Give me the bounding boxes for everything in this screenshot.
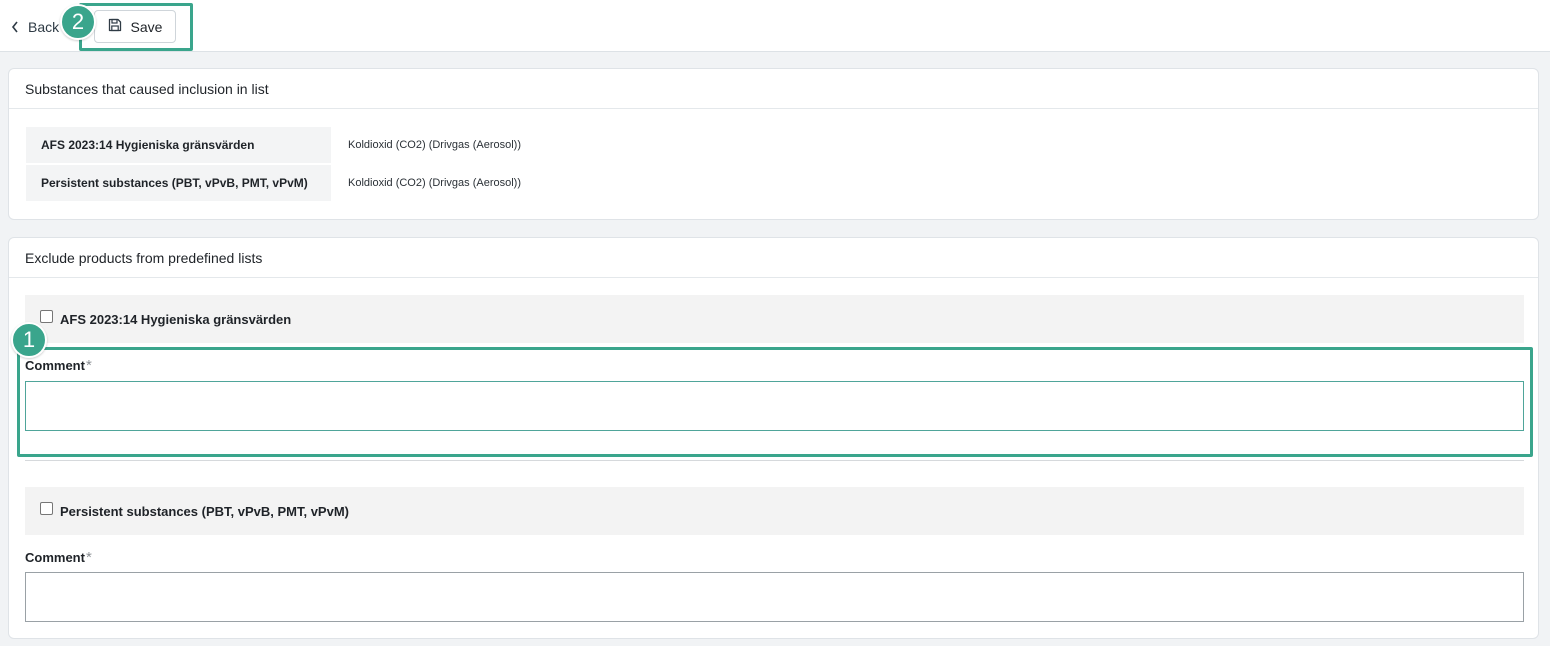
inclusion-list-name: Persistent substances (PBT, vPvB, PMT, v… <box>26 165 331 201</box>
exclude-card-title: Exclude products from predefined lists <box>9 238 1538 278</box>
back-link[interactable]: Back <box>11 17 59 37</box>
exclude-checkbox-persistent[interactable] <box>40 501 53 515</box>
annotation-badge-2: 2 <box>60 4 96 40</box>
divider <box>25 460 1524 461</box>
annotation-badge-1: 1 <box>11 322 47 358</box>
exclude-item-label: Persistent substances (PBT, vPvB, PMT, v… <box>60 503 349 519</box>
inclusion-substance: Koldioxid (CO2) (Drivgas (Aerosol)) <box>348 177 521 189</box>
top-toolbar: Back Save <box>0 0 1550 52</box>
exclude-checkbox-afs[interactable] <box>40 309 53 323</box>
required-mark: * <box>85 549 92 566</box>
highlight-save <box>79 3 193 51</box>
inclusion-row: AFS 2023:14 Hygieniska gränsvärden Koldi… <box>26 127 521 163</box>
inclusion-list-name: AFS 2023:14 Hygieniska gränsvärden <box>26 127 331 163</box>
back-label: Back <box>28 19 60 35</box>
chevron-left-icon <box>11 21 19 33</box>
inclusion-substance: Koldioxid (CO2) (Drivgas (Aerosol)) <box>348 139 521 151</box>
comment-label: Comment* <box>25 549 92 566</box>
exclude-item-header: Persistent substances (PBT, vPvB, PMT, v… <box>25 487 1524 535</box>
exclude-item-label: AFS 2023:14 Hygieniska gränsvärden <box>60 311 292 327</box>
inclusion-row: Persistent substances (PBT, vPvB, PMT, v… <box>26 165 521 201</box>
inclusion-card: Substances that caused inclusion in list… <box>8 68 1539 220</box>
comment-field-persistent[interactable] <box>25 572 1524 622</box>
exclude-item-header: AFS 2023:14 Hygieniska gränsvärden <box>25 295 1524 343</box>
inclusion-card-title: Substances that caused inclusion in list <box>9 69 1538 109</box>
highlight-comment <box>17 347 1533 457</box>
comment-label-text: Comment <box>25 550 85 565</box>
